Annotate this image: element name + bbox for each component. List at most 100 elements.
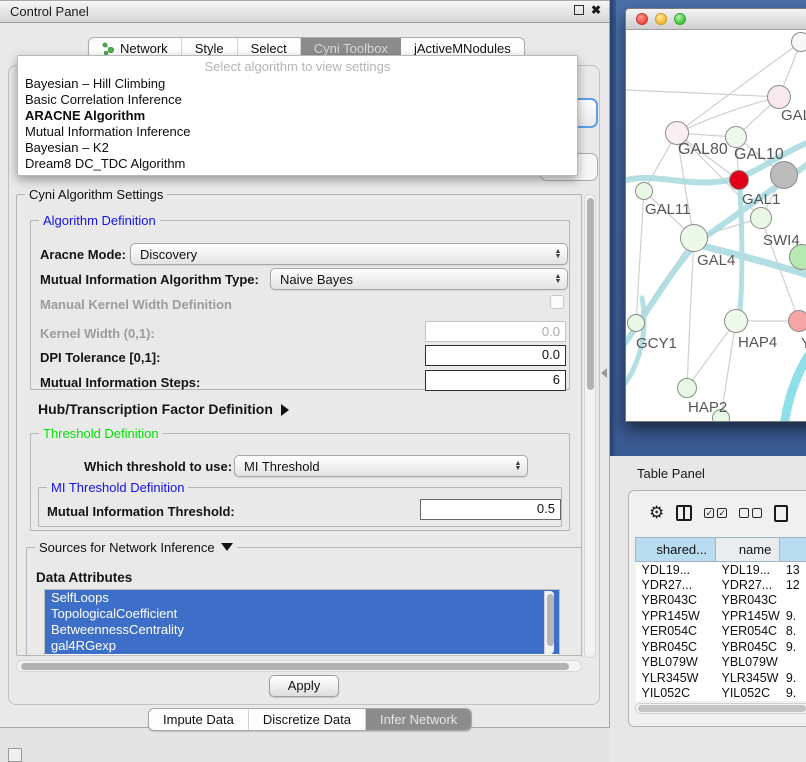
checked-box-icon: ✓ xyxy=(717,508,727,518)
algorithm-option[interactable]: Dream8 DC_TDC Algorithm xyxy=(18,156,577,172)
select-all-icon[interactable]: ✓✓ xyxy=(704,508,727,518)
mi-type-select[interactable]: Naive Bayes ▲▼ xyxy=(270,268,568,290)
attribute-item[interactable]: gal4RGexp xyxy=(45,638,559,654)
manual-kernel-checkbox[interactable] xyxy=(550,295,564,309)
control-panel-window: Control Panel ✖ Network Style xyxy=(0,0,610,728)
table-toolbar: ⚙ ✓✓ xyxy=(629,491,806,535)
column-header[interactable]: name xyxy=(716,538,780,562)
tab-infer-network[interactable]: Infer Network xyxy=(366,709,471,730)
scrollbar-thumb[interactable] xyxy=(587,198,594,390)
aracne-mode-select[interactable]: Discovery ▲▼ xyxy=(130,243,568,265)
cyni-bottom-tabs: Impute Data Discretize Data Infer Networ… xyxy=(148,708,472,731)
network-node[interactable] xyxy=(725,126,747,148)
algorithm-option[interactable]: Mutual Information Inference xyxy=(18,124,577,140)
column-header[interactable]: shared... xyxy=(636,538,716,562)
network-node[interactable] xyxy=(729,170,749,190)
new-table-icon[interactable] xyxy=(774,505,788,522)
mi-type-label: Mutual Information Algorithm Type: xyxy=(40,272,259,287)
close-icon[interactable]: ✖ xyxy=(591,5,601,15)
network-canvas[interactable]: GALGAL80GAL10GAL1GAL11GAL4SWI4GCY1HAP4YH… xyxy=(626,30,806,422)
network-node[interactable] xyxy=(627,314,645,332)
combo-arrows-icon: ▲▼ xyxy=(551,249,567,259)
table-panel-area: Table Panel ⚙ ✓✓ shared...nameA... YDL19… xyxy=(610,456,806,762)
network-node[interactable] xyxy=(791,32,806,52)
checked-box-icon: ✓ xyxy=(704,508,714,518)
which-threshold-select[interactable]: MI Threshold ▲▼ xyxy=(234,455,528,477)
network-node[interactable] xyxy=(677,378,697,398)
node-label: GAL xyxy=(781,107,806,124)
table-row[interactable]: YDR27...YDR27...12 xyxy=(636,577,806,593)
algorithm-option[interactable]: ARACNE Algorithm xyxy=(18,108,577,124)
network-node[interactable] xyxy=(680,224,708,252)
tab-label: jActiveMNodules xyxy=(414,41,511,56)
table-cell: 9. xyxy=(780,639,806,655)
network-node[interactable] xyxy=(788,310,806,332)
network-node[interactable] xyxy=(750,207,772,229)
minimize-traffic-light-icon[interactable] xyxy=(655,13,667,25)
node-label: Y xyxy=(801,335,806,352)
algorithm-option[interactable]: Basic Correlation Inference xyxy=(18,92,577,108)
tab-label: Cyni Toolbox xyxy=(314,41,388,56)
network-node[interactable] xyxy=(635,182,653,200)
table-cell: YBR045C xyxy=(716,639,780,655)
table-cell: 13 xyxy=(780,562,806,578)
scrollbar-thumb[interactable] xyxy=(638,705,806,712)
scrollbar-thumb[interactable] xyxy=(547,594,554,646)
tab-label: Style xyxy=(195,41,224,56)
data-attributes-list[interactable]: SelfLoopsTopologicalCoefficientBetweenne… xyxy=(44,589,560,656)
table-row[interactable]: YBR045CYBR045C9. xyxy=(636,639,806,655)
network-node[interactable] xyxy=(770,161,798,189)
table-cell: 9. xyxy=(780,686,806,702)
table-row[interactable]: YLR345WYLR345W9. xyxy=(636,670,806,686)
network-view-window: GALGAL80GAL10GAL1GAL11GAL4SWI4GCY1HAP4YH… xyxy=(625,8,806,422)
kernel-width-input[interactable]: 0.0 xyxy=(425,321,566,342)
table-horizontal-scrollbar[interactable] xyxy=(635,703,806,714)
dpi-tolerance-input[interactable]: 0.0 xyxy=(425,345,566,366)
attribute-item[interactable]: TopologicalCoefficient xyxy=(45,606,559,622)
settings-vertical-scrollbar[interactable] xyxy=(584,194,596,658)
attribute-item[interactable]: SelfLoops xyxy=(45,590,559,606)
group-title: MI Threshold Definition xyxy=(47,480,188,495)
network-node[interactable] xyxy=(767,85,791,109)
table-row[interactable]: YBL079WYBL079W xyxy=(636,655,806,671)
node-label: HAP2 xyxy=(688,399,727,416)
attributes-scrollbar[interactable] xyxy=(544,591,554,654)
table-row[interactable]: YIL052CYIL052C9. xyxy=(636,686,806,702)
network-node[interactable] xyxy=(724,309,748,333)
algorithm-option[interactable]: Bayesian – Hill Climbing xyxy=(18,76,577,92)
tab-label: Infer Network xyxy=(380,712,457,727)
deselect-all-icon[interactable] xyxy=(739,508,762,518)
settings-horizontal-scrollbar[interactable] xyxy=(16,660,582,672)
apply-button[interactable]: Apply xyxy=(269,675,339,697)
right-area: GALGAL80GAL10GAL1GAL11GAL4SWI4GCY1HAP4YH… xyxy=(610,0,806,762)
unchecked-box-icon xyxy=(752,508,762,518)
table-cell: YIL052C xyxy=(636,686,716,702)
zoom-traffic-light-icon[interactable] xyxy=(674,13,686,25)
table-row[interactable]: YER054CYER054C8. xyxy=(636,624,806,640)
splitter-collapse-icon[interactable] xyxy=(601,368,607,378)
tab-impute-data[interactable]: Impute Data xyxy=(149,709,249,730)
algorithm-option[interactable]: Bayesian – K2 xyxy=(18,140,577,156)
table-cell xyxy=(780,655,806,671)
close-traffic-light-icon[interactable] xyxy=(636,13,648,25)
tab-discretize-data[interactable]: Discretize Data xyxy=(249,709,366,730)
column-header[interactable]: A... xyxy=(780,538,806,562)
minimized-panel-icon[interactable] xyxy=(8,748,22,762)
scrollbar-thumb[interactable] xyxy=(21,663,569,670)
mi-threshold-input[interactable]: 0.5 xyxy=(420,499,561,520)
tab-label: Discretize Data xyxy=(263,712,351,727)
node-label: GAL80 xyxy=(678,141,728,159)
float-window-icon[interactable] xyxy=(574,5,584,15)
algorithm-option-list: Bayesian – Hill ClimbingBasic Correlatio… xyxy=(18,76,577,172)
table-row[interactable]: YPR145WYPR145W9. xyxy=(636,608,806,624)
table-row[interactable]: YDL19...YDL19...13 xyxy=(636,562,806,578)
gear-icon[interactable]: ⚙ xyxy=(649,503,664,523)
columns-icon[interactable] xyxy=(676,505,692,521)
mi-steps-input[interactable]: 6 xyxy=(425,370,566,391)
hub-definition-toggle[interactable]: Hub/Transcription Factor Definition xyxy=(38,401,289,417)
which-threshold-label: Which threshold to use: xyxy=(84,459,232,474)
attribute-item[interactable]: BetweennessCentrality xyxy=(45,622,559,638)
sources-toggle[interactable]: Sources for Network Inference xyxy=(35,540,237,555)
table-row[interactable]: YBR043CYBR043C xyxy=(636,593,806,609)
mi-type-value: Naive Bayes xyxy=(271,272,551,287)
